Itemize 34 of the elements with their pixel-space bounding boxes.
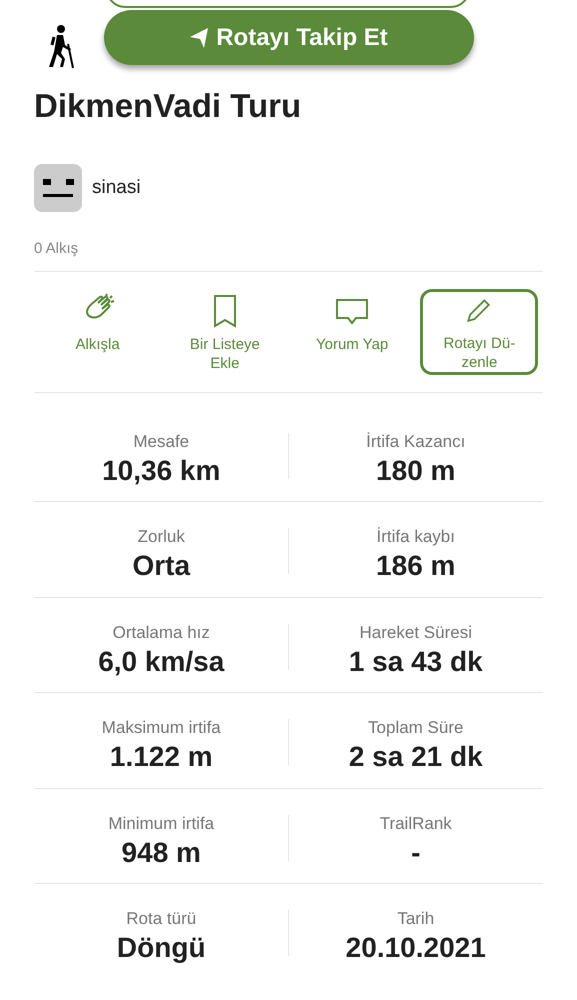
navigation-arrow-icon: [190, 28, 208, 48]
stat-label: İrtifa kaybı: [376, 526, 455, 548]
stat-value: 6,0 km/sa: [98, 644, 224, 678]
stat-label: Toplam Süre: [368, 717, 464, 739]
stat-value: 1 sa 43 dk: [348, 644, 483, 678]
stat-label: Rota türü: [126, 908, 196, 930]
stat-label: Zorluk: [138, 526, 185, 548]
stat-value: 186 m: [376, 549, 456, 583]
stat-value: 10,36 km: [102, 454, 220, 488]
claps-count: 0 Alkış: [34, 239, 80, 259]
action-button[interactable]: Bir Listeye Ekle: [166, 288, 284, 374]
action-button[interactable]: Alkışla: [38, 288, 157, 374]
stat-label: Maksimum irtifa: [102, 717, 221, 739]
stat-label: İrtifa Kazancı: [366, 430, 466, 452]
stat-value: 2 sa 21 dk: [348, 740, 483, 774]
stat-value: 20.10.2021: [346, 931, 486, 965]
action-button[interactable]: Yorum Yap: [293, 288, 412, 374]
action-button[interactable]: Rotayı Dü-zenle: [420, 288, 538, 374]
stat-label: Ortalama hız: [112, 622, 210, 644]
stat-label: Mesafe: [133, 430, 190, 452]
stat-label: Minimum irtifa: [108, 812, 214, 834]
stat-label: Hareket Süresi: [360, 622, 472, 644]
stat-value: 180 m: [376, 454, 456, 488]
stat-value: 948 m: [122, 836, 201, 870]
avatar: [34, 164, 82, 212]
stat-value: Orta: [132, 549, 190, 583]
stat-value: -: [411, 836, 420, 870]
route-title: DikmenVadi Turu: [34, 86, 302, 126]
stat-value: 1.122 m: [110, 740, 213, 774]
stat-label: TrailRank: [380, 812, 452, 834]
follow-route-button[interactable]: Rotayı Takip Et: [104, 10, 474, 65]
author-name[interactable]: sinasi: [92, 174, 141, 202]
stat-label: Tarih: [397, 908, 434, 930]
stat-value: Döngü: [116, 931, 206, 965]
